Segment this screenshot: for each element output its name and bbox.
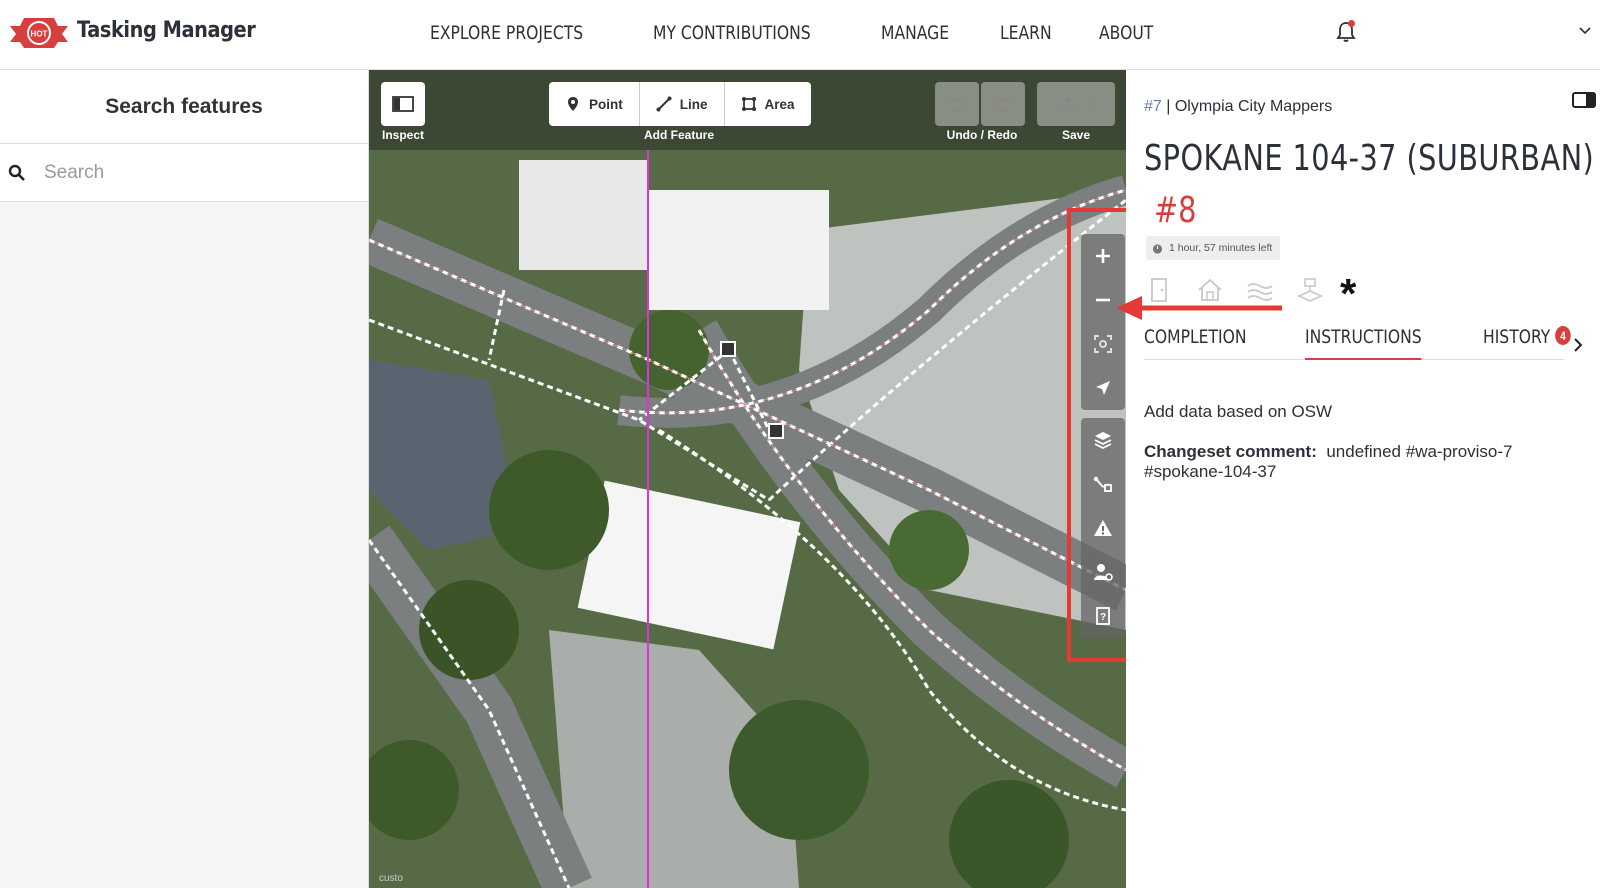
layer-stack-icon[interactable] xyxy=(1296,276,1324,304)
instructions-text: Add data based on OSW xyxy=(1144,402,1333,421)
save-count: 0 xyxy=(1086,97,1094,111)
line-icon xyxy=(656,96,672,112)
inspect-label: Inspect xyxy=(381,128,424,142)
annotation-asterisk: * xyxy=(1340,270,1357,317)
timer-icon xyxy=(1152,243,1163,254)
brand-name[interactable]: Tasking Manager xyxy=(77,18,256,43)
add-area-button[interactable]: Area xyxy=(725,82,811,126)
point-label: Point xyxy=(589,96,623,112)
add-feature-group: Point Line Area xyxy=(549,82,811,126)
area-icon xyxy=(741,97,756,111)
redo-button[interactable] xyxy=(981,82,1025,126)
tab-completion[interactable]: COMPLETION xyxy=(1144,326,1247,360)
nav-about[interactable]: ABOUT xyxy=(1099,22,1153,44)
satellite-imagery xyxy=(369,70,1126,888)
changeset-label: Changeset comment: xyxy=(1144,442,1317,461)
nav-explore-projects[interactable]: EXPLORE PROJECTS xyxy=(430,22,583,44)
add-feature-label: Add Feature xyxy=(643,128,714,142)
nav-manage[interactable]: MANAGE xyxy=(881,22,949,44)
search-input[interactable] xyxy=(44,161,344,184)
task-sidebar: #7 | Olympia City Mappers SPOKANE 104-37… xyxy=(1116,70,1600,888)
point-pin-icon xyxy=(568,97,578,111)
history-count-badge: 4 xyxy=(1555,326,1572,345)
map-top-toolbar: Inspect Point Line Area Add Feature Undo… xyxy=(369,70,1126,150)
sidebar-toggle-icon xyxy=(392,96,414,112)
map-attribution: custo xyxy=(379,873,403,884)
tab-history[interactable]: HISTORY 4 xyxy=(1483,326,1572,360)
save-button[interactable]: 0 xyxy=(1037,82,1115,126)
nav-my-contributions[interactable]: MY CONTRIBUTIONS xyxy=(653,22,811,44)
inspect-toggle-button[interactable] xyxy=(381,82,425,126)
tabs-next-chevron-icon[interactable] xyxy=(1572,336,1584,354)
search-bar xyxy=(0,144,368,202)
add-point-button[interactable]: Point xyxy=(549,82,640,126)
line-label: Line xyxy=(679,96,708,112)
logo-text: HOT xyxy=(31,30,48,39)
changeset-comment: Changeset comment: undefined #wa-proviso… xyxy=(1144,442,1584,482)
tab-history-label: HISTORY xyxy=(1483,326,1551,348)
area-label: Area xyxy=(764,96,795,112)
search-icon xyxy=(8,164,25,181)
save-label: Save xyxy=(1061,128,1091,142)
redo-icon xyxy=(995,97,1011,112)
panel-toggle-icon[interactable] xyxy=(1572,92,1596,108)
task-boundary-line xyxy=(647,150,649,888)
undo-button[interactable] xyxy=(935,82,979,126)
task-title: SPOKANE 104-37 (SUBURBAN) · xyxy=(1144,138,1600,179)
annotation-arrow-icon xyxy=(1116,296,1282,320)
time-left-badge: 1 hour, 57 minutes left xyxy=(1146,236,1281,260)
project-id-link[interactable]: #7 xyxy=(1144,98,1162,115)
project-breadcrumb: #7 | Olympia City Mappers xyxy=(1144,98,1332,116)
tab-instructions[interactable]: INSTRUCTIONS xyxy=(1305,326,1422,360)
task-tabs: COMPLETION INSTRUCTIONS HISTORY4 RE xyxy=(1144,326,1572,360)
task-number: #8 xyxy=(1154,190,1197,231)
time-left-text: 1 hour, 57 minutes left xyxy=(1169,242,1273,254)
undo-icon xyxy=(949,97,965,112)
map-editor[interactable]: Inspect Point Line Area Add Feature Undo… xyxy=(369,70,1126,888)
undo-redo-label: Undo / Redo xyxy=(946,128,1018,142)
hot-logo[interactable]: HOT xyxy=(10,12,68,52)
nav-learn[interactable]: LEARN xyxy=(1000,22,1052,44)
user-menu-chevron-down-icon[interactable] xyxy=(1578,24,1592,38)
upload-icon xyxy=(1060,96,1075,111)
add-line-button[interactable]: Line xyxy=(640,82,725,126)
main-nav: EXPLORE PROJECTS MY CONTRIBUTIONS MANAGE… xyxy=(430,22,1201,44)
search-features-panel: Search features xyxy=(0,70,369,888)
project-separator: | xyxy=(1161,98,1175,115)
highlight-annotation-box xyxy=(1067,208,1126,662)
notification-bell-icon[interactable] xyxy=(1334,20,1358,44)
organization-name: Olympia City Mappers xyxy=(1174,98,1333,115)
top-navbar: HOT Tasking Manager EXPLORE PROJECTS MY … xyxy=(0,0,1600,70)
search-features-title: Search features xyxy=(0,70,368,144)
